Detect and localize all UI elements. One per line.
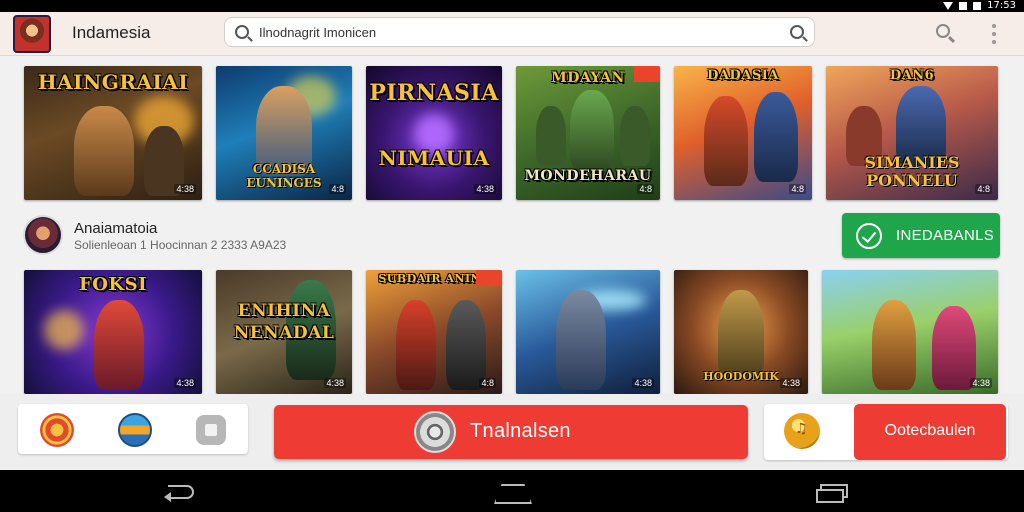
quick-icons-card [18,404,248,454]
secondary-action-label: Ootecbaulen [884,422,976,439]
app-logo[interactable] [13,15,51,53]
developer-avatar[interactable] [23,215,63,255]
game-title: ENIHINA NENADAL [233,301,335,343]
game-subtitle: SIMANIES PONNELU [864,154,960,190]
search-icon [936,24,950,38]
game-badge: 4:38 [324,378,346,388]
game-tile-12[interactable]: 4:38 [822,270,998,394]
game-title: DAN6 [889,68,935,83]
globe-icon[interactable] [118,413,152,447]
game-badge: 4:8 [329,184,346,194]
search-button[interactable] [934,22,956,44]
game-badge: 4:38 [970,378,992,388]
square-icon[interactable] [196,415,226,445]
recents-icon[interactable] [816,484,848,503]
app-title: Indamesia [72,23,151,42]
game-badge: 4:8 [789,184,806,194]
target-icon[interactable] [40,413,74,447]
game-tile-3[interactable]: PIRNASIA NIMAUIA 4:38 [366,66,502,200]
back-icon[interactable] [164,482,196,502]
game-tile-6[interactable]: DAN6 SIMANIES PONNELU 4:8 [826,66,998,200]
new-corner-badge [476,270,502,286]
install-button[interactable]: INEDABANLS [842,213,1000,258]
search-submit-icon[interactable] [790,25,804,39]
status-time: 17:53 [987,0,1016,11]
app-screen: 17:53 Indamesia HAINGRAIAI 4:38 CCADISA … [0,0,1024,512]
game-tile-9[interactable]: SUBDAIR ANINS 4:8 [366,270,502,394]
home-icon[interactable] [494,484,528,500]
search-input[interactable] [259,22,779,42]
game-tile-2[interactable]: CCADISA EUNINGES 4:8 [216,66,352,200]
game-tile-7[interactable]: FOKSI 4:38 [24,270,202,394]
game-title: HAINGRAIAI [37,70,189,94]
game-badge: 4:38 [474,184,496,194]
search-bar[interactable] [224,17,815,47]
game-badge: 4:38 [174,378,196,388]
game-title: PIRNASIA [369,80,499,106]
primary-action-button[interactable]: Tnalnalsen [274,405,748,459]
install-button-label: INEDABANLS [896,227,995,244]
status-bar: 17:53 [0,0,1024,12]
game-tile-4[interactable]: MDAYAN MONDEHARAU 4:8 [516,66,660,200]
game-tile-5[interactable]: DADASIA 4:8 [674,66,812,200]
search-icon [235,25,249,39]
primary-action-label: Tnalnalsen [470,420,571,442]
game-badge: 4:38 [632,378,654,388]
game-tile-8[interactable]: ENIHINA NENADAL 4:38 [216,270,352,394]
more-vert-icon[interactable] [990,24,998,44]
game-badge: 4:8 [479,378,496,388]
wifi-icon [943,2,954,10]
game-title: FOKSI [78,274,148,295]
game-subtitle: NIMAUIA [378,146,490,170]
coin-icon[interactable] [784,413,820,449]
game-title: DADASIA [707,68,779,83]
system-nav-bar [0,470,1024,512]
disc-icon [414,411,456,453]
secondary-action-button[interactable]: Ootecbaulen [854,404,1006,460]
game-tile-1[interactable]: HAINGRAIAI 4:38 [24,66,202,200]
game-tile-11[interactable]: HOODOMIK 4:38 [674,270,808,394]
action-bar: Tnalnalsen Ootecbaulen [0,394,1024,470]
game-badge: 4:8 [975,184,992,194]
game-tile-10[interactable]: 4:38 [516,270,660,394]
check-icon [856,223,882,249]
app-bar: Indamesia [0,12,1024,56]
game-badge: 4:38 [174,184,196,194]
game-badge: 4:38 [780,378,802,388]
new-corner-badge [634,66,660,82]
secondary-action-card: Ootecbaulen [764,404,1008,460]
developer-name[interactable]: Anaiamatoia [74,220,157,237]
game-subtitle: MONDEHARAU [524,168,652,184]
developer-meta: Solienleoan 1 Hoocinnan 2 2333 A9A23 [74,238,287,252]
game-badge: 4:8 [637,184,654,194]
battery-icon [973,2,982,10]
signal-icon [959,2,968,10]
